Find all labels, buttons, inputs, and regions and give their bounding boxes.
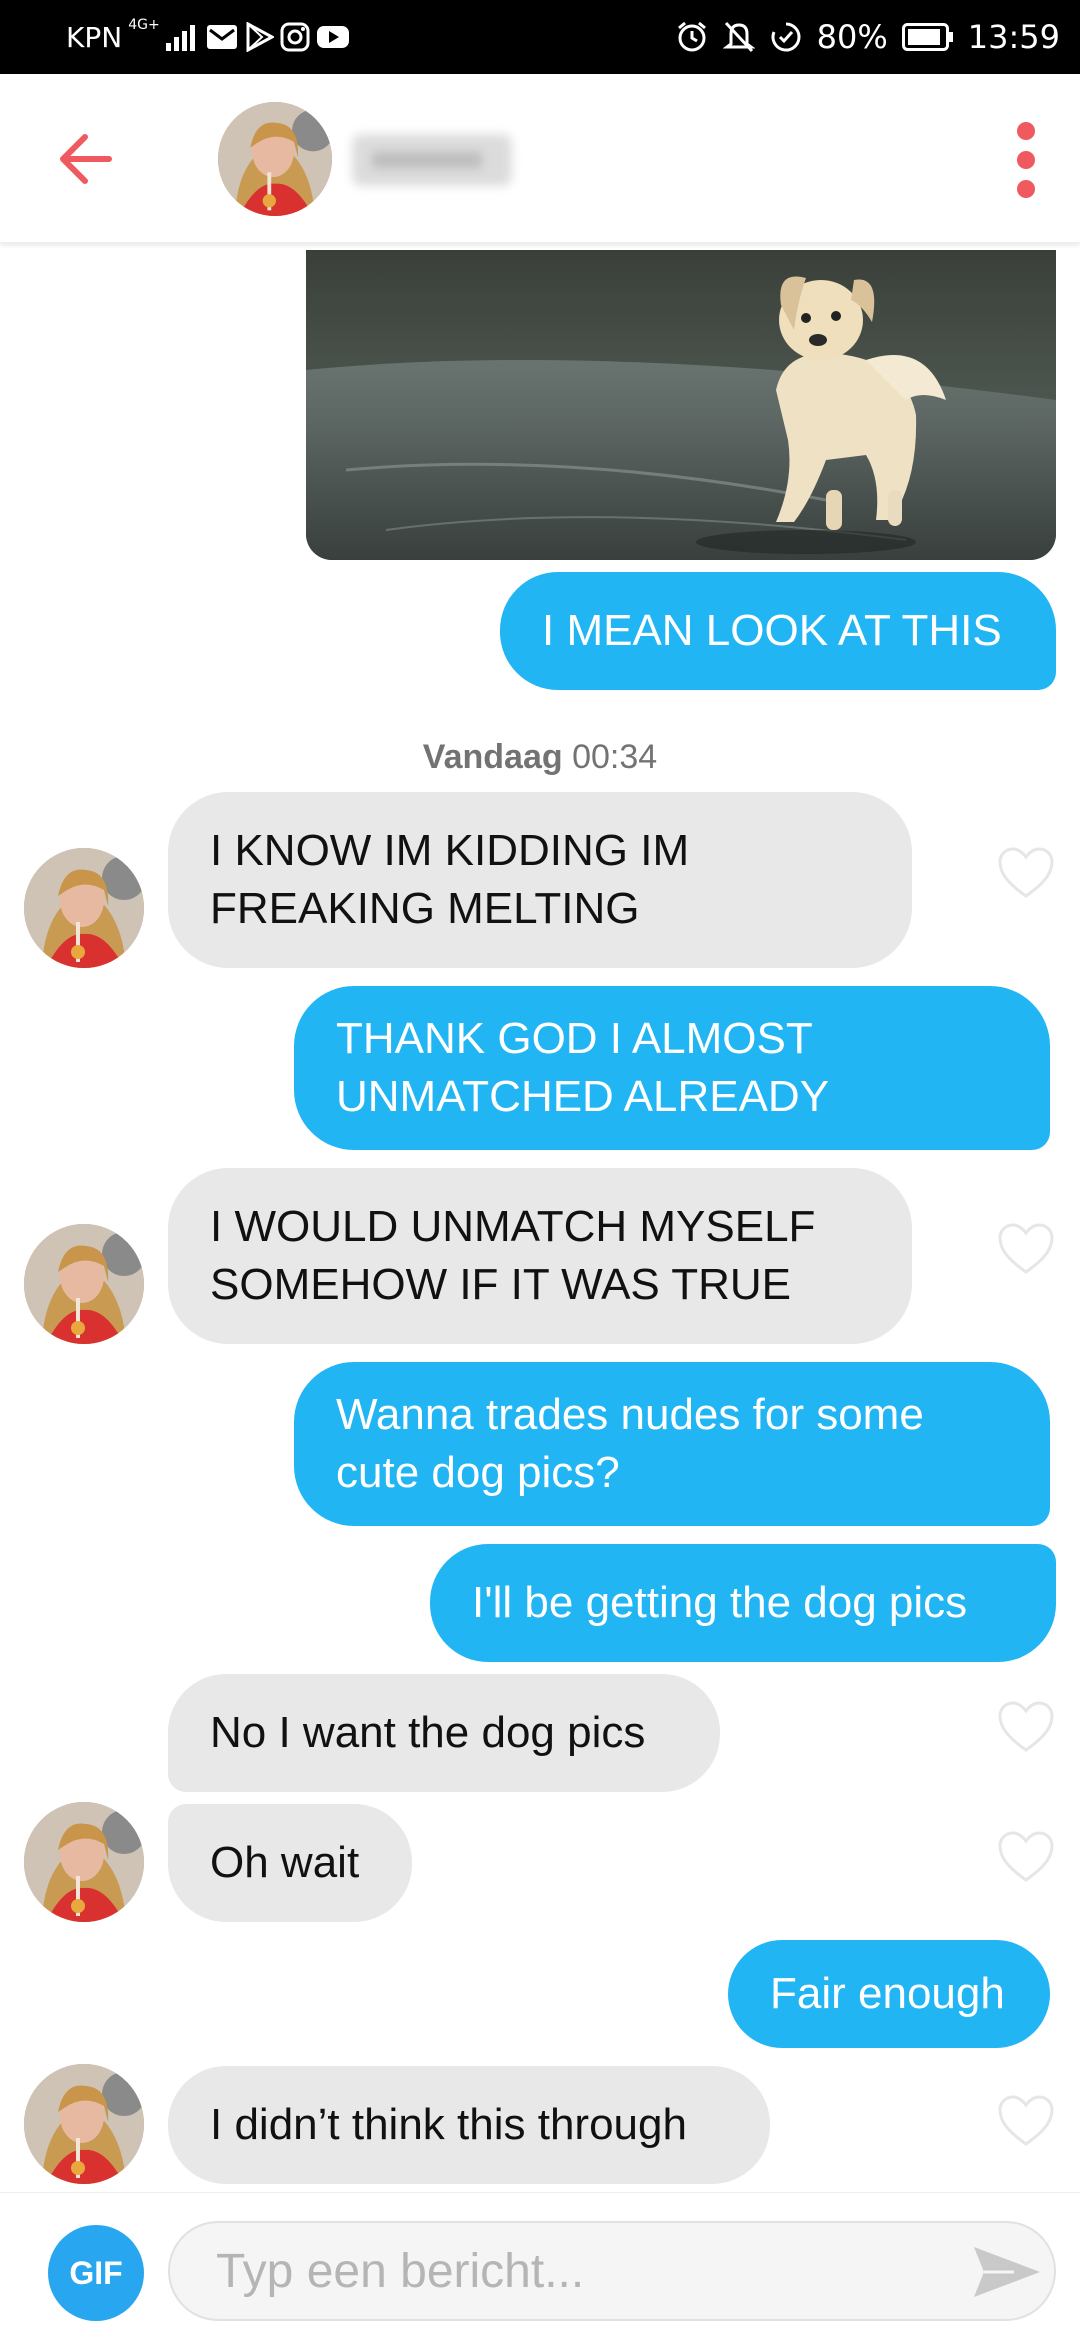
message-text: THANK GOD I ALMOST UNMATCHED ALREADY	[336, 1014, 830, 1121]
blurred-match-name[interactable]	[352, 134, 512, 186]
message-composer: GIF	[0, 2192, 1080, 2341]
message-text: Oh wait	[210, 1838, 360, 1887]
clock: 13:59	[967, 18, 1060, 56]
dog-gif-image[interactable]	[306, 250, 1056, 560]
sender-avatar[interactable]	[24, 1224, 144, 1344]
battery-percent: 80%	[816, 18, 888, 56]
timestamp-day: Vandaag	[422, 738, 563, 776]
message-text: I WOULD UNMATCH MYSELF SOMEHOW IF IT WAS…	[210, 1202, 816, 1309]
carrier-label: KPN	[66, 20, 123, 54]
message-text: I MEAN LOOK AT THIS	[542, 606, 1002, 655]
status-bar-right: 80% 13:59	[675, 0, 1060, 74]
chat-header	[0, 74, 1080, 243]
back-button[interactable]	[50, 124, 120, 194]
sent-message-bubble[interactable]: THANK GOD I ALMOST UNMATCHED ALREADY	[294, 986, 1050, 1150]
sent-message-bubble[interactable]: Wanna trades nudes for some cute dog pic…	[294, 1362, 1050, 1526]
message-text: Fair enough	[770, 1969, 1005, 2018]
more-options-button[interactable]	[1006, 122, 1046, 198]
signal-icon	[165, 23, 200, 51]
play-store-icon	[244, 22, 274, 52]
like-heart-icon[interactable]	[996, 2094, 1056, 2148]
status-bar-left: KPN 4G+	[66, 0, 350, 74]
like-heart-icon[interactable]	[996, 846, 1056, 900]
received-message-bubble[interactable]: Oh wait	[168, 1804, 412, 1922]
sender-avatar[interactable]	[24, 1802, 144, 1922]
status-bar: KPN 4G+ 80% 13:59	[0, 0, 1080, 74]
send-icon[interactable]	[970, 2243, 1044, 2301]
message-text: I KNOW IM KIDDING IM FREAKING MELTING	[210, 826, 690, 933]
like-heart-icon[interactable]	[996, 1700, 1056, 1754]
sender-avatar[interactable]	[24, 2064, 144, 2184]
network-type: 4G+	[128, 17, 160, 33]
data-saver-icon	[769, 20, 803, 54]
message-text: I'll be getting the dog pics	[472, 1578, 968, 1627]
match-avatar[interactable]	[218, 102, 332, 216]
mail-icon	[206, 24, 238, 50]
message-input[interactable]	[168, 2221, 1056, 2321]
sent-message-bubble[interactable]: I'll be getting the dog pics	[430, 1544, 1056, 1662]
sender-avatar[interactable]	[24, 848, 144, 968]
gif-button[interactable]: GIF	[48, 2225, 144, 2321]
message-text: Wanna trades nudes for some cute dog pic…	[336, 1390, 924, 1497]
sent-message-bubble[interactable]: Fair enough	[728, 1940, 1050, 2048]
youtube-icon	[316, 24, 350, 50]
received-message-bubble[interactable]: I KNOW IM KIDDING IM FREAKING MELTING	[168, 792, 912, 968]
timestamp-time: 00:34	[572, 738, 658, 776]
like-heart-icon[interactable]	[996, 1222, 1056, 1276]
message-text: No I want the dog pics	[210, 1708, 646, 1757]
more-vertical-icon	[1017, 122, 1035, 140]
received-message-bubble[interactable]: I WOULD UNMATCH MYSELF SOMEHOW IF IT WAS…	[168, 1168, 912, 1344]
message-text: I didn’t think this through	[210, 2100, 687, 2149]
arrow-left-icon	[60, 134, 112, 184]
instagram-icon	[280, 22, 310, 52]
received-message-bubble[interactable]: No I want the dog pics	[168, 1674, 720, 1792]
bell-off-icon	[722, 20, 755, 54]
battery-icon	[901, 23, 954, 51]
like-heart-icon[interactable]	[996, 1830, 1056, 1884]
received-message-bubble[interactable]: I didn’t think this through	[168, 2066, 770, 2184]
alarm-icon	[675, 20, 709, 54]
chat-timestamp: Vandaag 00:34	[0, 738, 1080, 777]
sent-message-bubble[interactable]: I MEAN LOOK AT THIS	[500, 572, 1056, 690]
